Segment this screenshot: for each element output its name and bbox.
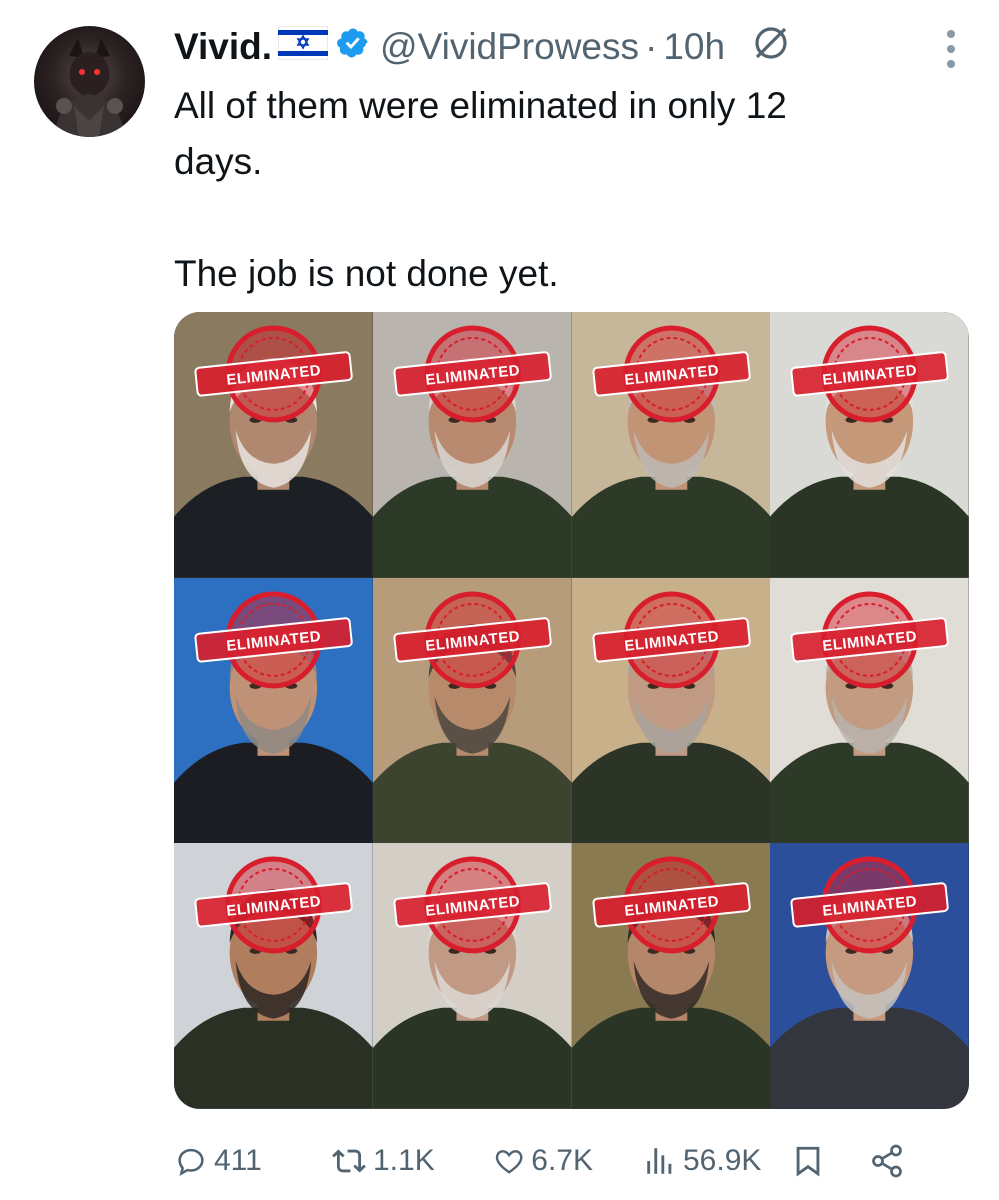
repost-count: 1.1K	[373, 1144, 435, 1177]
more-options-icon[interactable]	[943, 26, 959, 72]
bookmark-button[interactable]	[791, 1142, 831, 1180]
portrait-image: ELIMINATED	[174, 312, 373, 578]
portrait-tile[interactable]: ELIMINATED	[174, 312, 373, 578]
reply-icon	[178, 1148, 204, 1176]
share-icon	[872, 1144, 903, 1178]
portrait-tile[interactable]: ELIMINATED	[571, 312, 771, 578]
portrait-tile[interactable]: ELIMINATED	[770, 843, 969, 1109]
israel-flag-icon	[277, 25, 329, 69]
reply-count: 411	[214, 1144, 262, 1177]
separator-dot: ·	[645, 26, 658, 67]
reply-button[interactable]: 411	[174, 1144, 274, 1178]
portrait-image: ELIMINATED	[571, 312, 771, 578]
view-count: 56.9K	[683, 1144, 762, 1177]
portrait-tile[interactable]: ELIMINATED	[770, 312, 969, 578]
portrait-image: ELIMINATED	[174, 577, 373, 844]
portrait-image: ELIMINATED	[372, 843, 572, 1109]
portrait-image: ELIMINATED	[770, 312, 969, 578]
portrait-image: ELIMINATED	[372, 577, 572, 844]
portrait-tile[interactable]: ELIMINATED	[372, 312, 572, 578]
like-count: 6.7K	[531, 1144, 593, 1177]
portrait-tile[interactable]: ELIMINATED	[571, 577, 771, 844]
post-image-grid[interactable]: ELIMINATED ELIMINATED ELIMINATED ELIMINATED…	[174, 312, 969, 1109]
wolf-avatar-image	[54, 38, 125, 137]
author-handle[interactable]: @VividProwess	[380, 26, 639, 68]
portrait-tile[interactable]: ELIMINATED	[372, 843, 572, 1109]
portrait-tile[interactable]: ELIMINATED	[174, 843, 373, 1109]
repost-button[interactable]: 1.1K	[331, 1144, 441, 1178]
action-bar: 411 1.1K 6.7K 56.9K	[174, 1140, 954, 1182]
author-avatar[interactable]	[34, 26, 145, 137]
portrait-tile[interactable]: ELIMINATED	[174, 577, 373, 844]
portrait-tile[interactable]: ELIMINATED	[571, 843, 771, 1109]
views-button[interactable]: 56.9K	[643, 1144, 761, 1178]
portrait-image: ELIMINATED	[571, 843, 771, 1109]
portrait-image: ELIMINATED	[770, 577, 969, 844]
portrait-image: ELIMINATED	[770, 843, 969, 1109]
author-name[interactable]: Vivid.	[174, 26, 272, 68]
grok-icon[interactable]	[751, 23, 791, 72]
portrait-tile[interactable]: ELIMINATED	[770, 577, 969, 844]
heart-icon	[495, 1150, 523, 1174]
verified-badge-icon[interactable]	[336, 26, 370, 69]
repost-icon	[332, 1149, 366, 1173]
post-timestamp[interactable]: 10h	[663, 26, 725, 68]
bookmark-icon	[797, 1146, 820, 1177]
post-text: All of them were eliminated in only 12 d…	[174, 85, 787, 294]
portrait-image: ELIMINATED	[571, 577, 771, 844]
like-button[interactable]: 6.7K	[493, 1144, 593, 1178]
post-header: Vivid. @VividProwess · 10h	[174, 22, 959, 72]
views-chart-icon	[647, 1148, 672, 1174]
portrait-image: ELIMINATED	[372, 312, 572, 578]
portrait-image: ELIMINATED	[174, 843, 373, 1109]
portrait-tile[interactable]: ELIMINATED	[372, 577, 572, 844]
share-button[interactable]	[869, 1143, 911, 1179]
